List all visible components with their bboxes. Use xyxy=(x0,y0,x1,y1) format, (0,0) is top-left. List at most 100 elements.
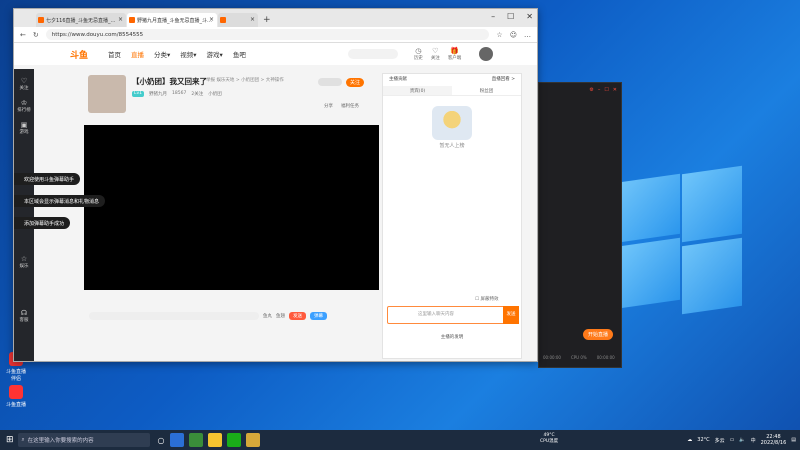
tab-vip[interactable]: 贵宾(0) xyxy=(383,86,452,95)
toast-info: 本区域会显示弹幕消息和礼物消息 xyxy=(14,195,106,207)
folder-icon[interactable] xyxy=(207,433,222,447)
site-logo[interactable]: 斗鱼 xyxy=(70,48,88,61)
maximize-icon[interactable]: ☐ xyxy=(604,87,608,93)
obs-titlebar: ⚙ – ☐ ✕ xyxy=(539,83,621,97)
site-search-input[interactable] xyxy=(347,49,398,59)
browser-tab[interactable]: 七夕116直播_斗鱼无忌直播_… × xyxy=(36,13,126,27)
app-icon[interactable] xyxy=(188,433,203,447)
sidebar-item-service[interactable]: ☊ 客服 xyxy=(14,309,34,323)
maximize-icon[interactable]: ☐ xyxy=(507,12,514,21)
desktop-icon-label: 斗鱼直播伴侣 xyxy=(5,369,26,382)
profile-icon[interactable]: ☺ xyxy=(510,31,517,39)
contribution-link[interactable]: 主播贡献 xyxy=(389,76,407,84)
nav-yuba[interactable]: 鱼吧 xyxy=(233,49,246,59)
follow-button[interactable]: 关注 xyxy=(346,78,365,87)
back-icon[interactable]: ← xyxy=(20,31,26,39)
minimize-icon[interactable]: – xyxy=(491,12,495,21)
follow-tool[interactable]: ♡ 关注 xyxy=(431,47,440,61)
tool-label: 历史 xyxy=(413,56,423,61)
mascot-image xyxy=(432,106,472,140)
star-icon: ☆ xyxy=(20,255,28,263)
heat-count: 18567 xyxy=(172,91,187,96)
task-view-icon[interactable]: ○ xyxy=(158,436,165,445)
chat-send-button[interactable]: 发送 xyxy=(503,306,519,324)
anchor-avatar[interactable] xyxy=(88,75,126,113)
close-tab-icon[interactable]: × xyxy=(118,16,123,23)
system-tray: ☁ 32°C 多云 ▭ 🔈 中 22:48 2022/8/16 ▤ xyxy=(687,430,796,450)
search-placeholder: 在这里输入你要搜索的内容 xyxy=(27,438,94,444)
tab-title: 七夕116直播_斗鱼无忌直播_… xyxy=(46,18,116,24)
tab-bar: 七夕116直播_斗鱼无忌直播_… × 野猪九月直播_斗鱼无忌直播_斗… × × + … xyxy=(14,9,537,27)
search-icon: ⌕ xyxy=(21,436,25,443)
new-tab-button[interactable]: + xyxy=(263,15,271,25)
obs-time: 00:00:00 xyxy=(543,355,561,360)
address-bar-row: ← ↻ https://www.douyu.com/8554555 ☆ ☺ … xyxy=(14,27,537,43)
header-tools: ◷ 历史 ♡ 关注 🎁 客户端 xyxy=(414,47,462,61)
browser-tab[interactable]: × xyxy=(218,13,258,27)
sidebar-item-rank[interactable]: ♔ 排行榜 xyxy=(14,99,34,113)
desktop-icon-douyu[interactable]: 斗鱼直播 xyxy=(4,385,28,408)
effect-toggle[interactable]: ☐ 屏蔽特效 xyxy=(475,296,498,302)
minimize-icon[interactable]: – xyxy=(598,87,601,93)
clock[interactable]: 22:48 2022/8/16 xyxy=(761,434,787,446)
sidebar-label: 关注 xyxy=(19,86,29,91)
chat-footer[interactable]: 主播的发明 xyxy=(383,334,521,340)
danmu-input[interactable] xyxy=(89,312,259,320)
nav-category[interactable]: 分类▾ xyxy=(154,49,170,59)
star-icon[interactable]: ☆ xyxy=(496,31,502,39)
sidebar-item-game[interactable]: ▣ 游戏 xyxy=(14,121,34,135)
room-report[interactable]: 举报 娱乐天地 > 小奶团团 > 大神操作 xyxy=(206,77,284,83)
sidebar-label: 游戏 xyxy=(19,130,29,135)
sidebar-label: 娱乐 xyxy=(19,264,29,269)
url-field[interactable]: https://www.douyu.com/8554555 xyxy=(45,29,490,40)
history-tool[interactable]: ◷ 历史 xyxy=(414,47,423,61)
close-icon[interactable]: ✕ xyxy=(526,12,533,21)
menu-icon[interactable]: … xyxy=(524,31,531,39)
sidebar-label: 排行榜 xyxy=(17,108,31,113)
sidebar-item-ent[interactable]: ☆ 娱乐 xyxy=(14,255,34,269)
volume-icon[interactable]: 🔈 xyxy=(739,437,745,443)
tab-fans[interactable]: 粉丝团 xyxy=(452,86,521,95)
fan-group[interactable]: 小奶团 xyxy=(208,91,222,97)
chat-input[interactable]: 这里输入聊天内容 发送 xyxy=(387,306,519,324)
nav-video[interactable]: 视频▾ xyxy=(180,49,196,59)
start-live-button[interactable]: 开始直播 xyxy=(582,329,613,340)
sidebar-item-follow[interactable]: ♡ 关注 xyxy=(14,77,34,91)
nav-home[interactable]: 首页 xyxy=(108,49,121,59)
share-button[interactable]: 分享 xyxy=(324,103,333,109)
close-tab-icon[interactable]: × xyxy=(250,16,255,23)
send-blue-button[interactable]: 弹幕 xyxy=(310,312,327,320)
start-icon[interactable]: ⊞ xyxy=(6,435,14,445)
empty-text: 暂无人上榜 xyxy=(439,143,465,149)
chat-top: 主播贡献 直播回看 > xyxy=(383,74,521,86)
replay-link[interactable]: 直播回看 > xyxy=(492,76,515,84)
settings-icon[interactable]: ⚙ xyxy=(589,87,593,93)
notification-icon[interactable]: ▤ xyxy=(791,437,796,443)
user-avatar[interactable] xyxy=(479,47,494,61)
taskbar-search[interactable]: ⌕ 在这里输入你要搜索的内容 xyxy=(17,433,150,447)
browser-tab-active[interactable]: 野猪九月直播_斗鱼无忌直播_斗… × xyxy=(127,13,217,27)
yuwan-label[interactable]: 鱼丸 xyxy=(263,313,272,319)
chat-tabs: 贵宾(0) 粉丝团 xyxy=(383,86,521,96)
client-tool[interactable]: 🎁 客户端 xyxy=(448,47,462,61)
toast-success: 添加弹幕助手成功 xyxy=(14,217,71,229)
favicon-icon xyxy=(220,17,226,23)
yuchi-label[interactable]: 鱼翅 xyxy=(276,313,285,319)
network-icon[interactable]: ▭ xyxy=(730,437,735,443)
ime-icon[interactable]: 中 xyxy=(751,437,756,444)
video-player[interactable] xyxy=(84,125,379,290)
nav-game[interactable]: 游戏▾ xyxy=(207,49,223,59)
close-icon[interactable]: ✕ xyxy=(613,87,617,93)
level-badge: Lv1 xyxy=(132,91,145,97)
app-icon[interactable] xyxy=(245,433,260,447)
follow-toggle[interactable] xyxy=(318,78,342,86)
wechat-icon[interactable] xyxy=(226,433,241,447)
task-button[interactable]: 福利任务 xyxy=(341,103,359,109)
obs-duration: 00:00:00 xyxy=(596,355,615,360)
close-tab-icon[interactable]: × xyxy=(209,16,214,23)
anchor-name[interactable]: 野猪九月 xyxy=(149,91,167,97)
send-red-button[interactable]: 发送 xyxy=(289,312,306,320)
nav-live[interactable]: 直播 xyxy=(131,49,144,59)
edge-icon[interactable] xyxy=(169,433,184,447)
refresh-icon[interactable]: ↻ xyxy=(33,31,39,39)
